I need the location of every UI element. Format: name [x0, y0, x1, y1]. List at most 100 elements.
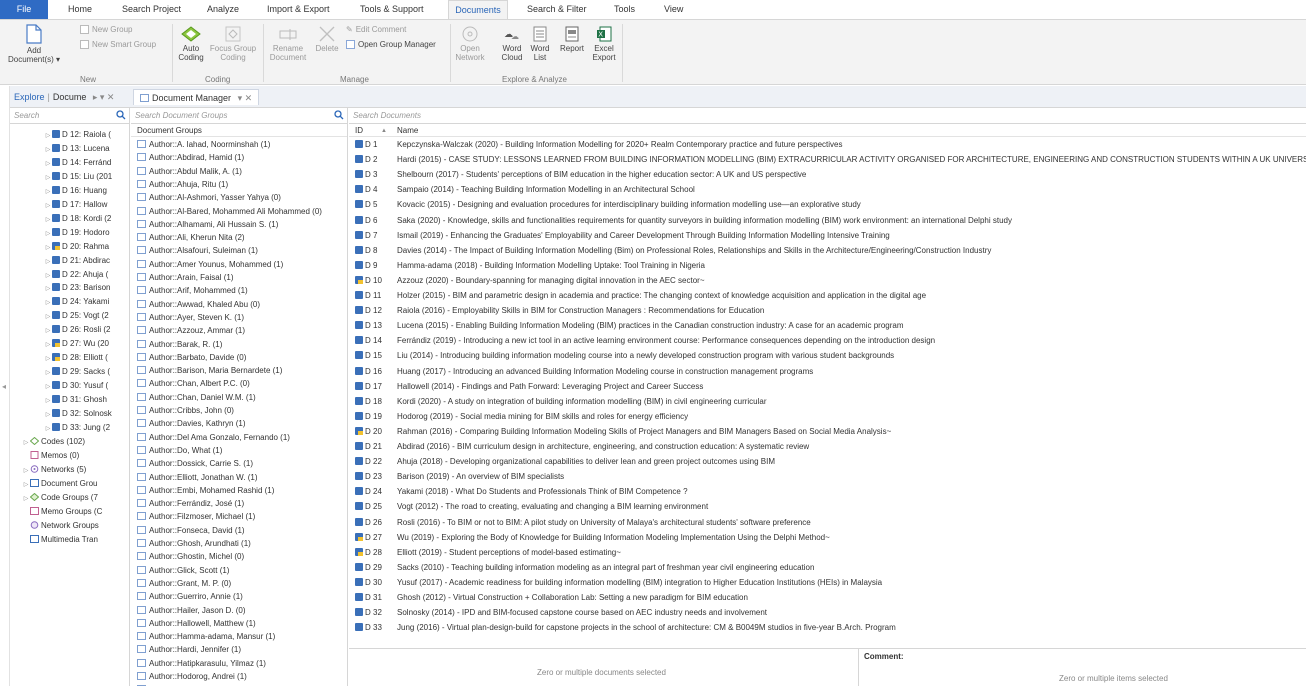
document-group-item[interactable]: Author::Arain, Faisal (1)	[137, 272, 233, 284]
name-column-header[interactable]: Name	[397, 125, 418, 137]
tab-tools-support[interactable]: Tools & Support	[360, 0, 424, 19]
expand-arrow-icon[interactable]: ▷	[44, 339, 52, 350]
document-group-item[interactable]: Author::Chan, Albert P.C. (0)	[137, 378, 250, 390]
explorer-tree-item[interactable]: ▷ D 21: Abdirac	[10, 254, 129, 267]
document-group-item[interactable]: Author::Ferrándiz, José (1)	[137, 498, 244, 510]
expand-arrow-icon[interactable]: ▷	[44, 297, 52, 308]
excel-export-button[interactable]: X Excel Export	[590, 26, 618, 62]
explorer-tree-item[interactable]: ▷ D 33: Jung (2	[10, 421, 129, 434]
table-row[interactable]: D 6 Saka (2020) - Knowledge, skills and f…	[349, 215, 1306, 227]
explorer-tree-item[interactable]: ▷ Document Grou	[10, 477, 129, 490]
tab-search-filter[interactable]: Search & Filter	[527, 0, 587, 19]
table-row[interactable]: D 27 Wu (2019) - Exploring the Body of Kn…	[349, 532, 1306, 544]
document-group-item[interactable]: Author::Grant, M. P. (0)	[137, 578, 231, 590]
tab-docume[interactable]: Docume	[53, 92, 87, 102]
document-group-item[interactable]: Author::Davies, Kathryn (1)	[137, 418, 245, 430]
documents-search[interactable]: Search Documents	[349, 108, 1306, 124]
explorer-tree-item[interactable]: ▷ D 17: Hallow	[10, 198, 129, 211]
tab-search-project[interactable]: Search Project	[122, 0, 181, 19]
expand-arrow-icon[interactable]: ▷	[44, 395, 52, 406]
sort-ascending-icon[interactable]: ▲	[381, 125, 387, 137]
document-group-item[interactable]: Author::Glick, Scott (1)	[137, 565, 229, 577]
expand-arrow-icon[interactable]: ▷	[44, 242, 52, 253]
explorer-tree-item[interactable]: ▷ D 20: Rahma	[10, 240, 129, 253]
document-group-item[interactable]: Author::Hamma-adama, Mansur (1)	[137, 631, 275, 643]
document-group-item[interactable]: Author::Awwad, Khaled Abu (0)	[137, 299, 260, 311]
table-row[interactable]: D 23 Barison (2019) - An overview of BIM …	[349, 471, 1306, 483]
expand-arrow-icon[interactable]: ▷	[22, 465, 30, 476]
document-group-item[interactable]: Author::Hallowell, Matthew (1)	[137, 618, 256, 630]
document-group-item[interactable]: Author::Al-Bared, Mohammed Ali Mohammed …	[137, 206, 322, 218]
explorer-tree-item[interactable]: ▷ D 23: Barison	[10, 281, 129, 294]
table-row[interactable]: D 2 Hardi (2015) - CASE STUDY: LESSONS LE…	[349, 154, 1306, 166]
explorer-tree-item[interactable]: ▷ D 25: Vogt (2	[10, 309, 129, 322]
explorer-tree-item[interactable]: ▷ D 15: Liu (201	[10, 170, 129, 183]
expand-arrow-icon[interactable]: ▷	[44, 172, 52, 183]
explorer-tree-item[interactable]: Memo Groups (C	[10, 505, 129, 518]
document-group-item[interactable]: Author::Ali, Kherun Nita (2)	[137, 232, 245, 244]
document-group-item[interactable]: Author::Hatipkarasulu, Yilmaz (1)	[137, 658, 266, 670]
add-documents-button[interactable]: Add Document(s) ▾	[4, 24, 64, 64]
table-row[interactable]: D 21 Abdirad (2016) - BIM curriculum desi…	[349, 441, 1306, 453]
expand-arrow-icon[interactable]: ▷	[44, 158, 52, 169]
document-group-item[interactable]: Author::Ahuja, Ritu (1)	[137, 179, 228, 191]
document-group-item[interactable]: Author::Abdul Malik, A. (1)	[137, 166, 242, 178]
document-group-item[interactable]: Author::Do, What (1)	[137, 445, 222, 457]
table-row[interactable]: D 28 Elliott (2019) - Student perceptions…	[349, 547, 1306, 559]
document-group-item[interactable]: Author::A. lahad, Noorminshah (1)	[137, 139, 270, 151]
explorer-tree-item[interactable]: ▷ D 27: Wu (20	[10, 337, 129, 350]
expand-arrow-icon[interactable]: ▷	[44, 325, 52, 336]
expand-arrow-icon[interactable]: ▷	[22, 437, 30, 448]
expand-arrow-icon[interactable]: ▷	[44, 228, 52, 239]
word-cloud-button[interactable]: ☁ ☁ Word Cloud	[498, 26, 526, 62]
table-row[interactable]: D 7 Ismail (2019) - Enhancing the Graduat…	[349, 230, 1306, 242]
table-row[interactable]: D 18 Kordi (2020) - A study on integratio…	[349, 396, 1306, 408]
document-group-item[interactable]: Author::Barbato, Davide (0)	[137, 352, 246, 364]
expand-arrow-icon[interactable]: ▷	[44, 130, 52, 141]
table-row[interactable]: D 30 Yusuf (2017) - Academic readiness fo…	[349, 577, 1306, 589]
new-smart-group-button[interactable]: New Smart Group	[80, 40, 156, 49]
open-network-button[interactable]: Open Network	[454, 26, 486, 62]
document-group-item[interactable]: Author::Alhamami, Ali Hussain S. (1)	[137, 219, 278, 231]
table-row[interactable]: D 4 Sampaio (2014) - Teaching Building In…	[349, 184, 1306, 196]
collapse-gutter[interactable]: ◂	[0, 86, 10, 686]
document-group-item[interactable]: Author::Al-Ashmori, Yasser Yahya (0)	[137, 192, 281, 204]
document-group-item[interactable]: Author::Hailer, Jason D. (0)	[137, 605, 245, 617]
tab-documents[interactable]: Documents	[448, 0, 508, 19]
delete-button[interactable]: Delete	[312, 26, 342, 53]
document-group-item[interactable]: Author::Abdirad, Hamid (1)	[137, 152, 244, 164]
explorer-tree-item[interactable]: Memos (0)	[10, 449, 129, 462]
explorer-tree-item[interactable]: ▷ D 29: Sacks (	[10, 365, 129, 378]
new-group-button[interactable]: New Group	[80, 25, 132, 34]
expand-arrow-icon[interactable]: ▷	[44, 270, 52, 281]
document-group-item[interactable]: Author::Hodorog, Andrei (1)	[137, 671, 247, 683]
tab-explore[interactable]: Explore	[14, 92, 45, 102]
tab-controls[interactable]: ▸ ▾ ✕	[93, 92, 115, 102]
table-row[interactable]: D 31 Ghosh (2012) - Virtual Construction …	[349, 592, 1306, 604]
explorer-tree-item[interactable]: ▷ D 31: Ghosh	[10, 393, 129, 406]
explorer-tree-item[interactable]: Multimedia Tran	[10, 533, 129, 546]
expand-arrow-icon[interactable]: ▷	[44, 409, 52, 420]
explorer-tree-item[interactable]: ▷ D 19: Hodoro	[10, 226, 129, 239]
tab-view[interactable]: View	[664, 0, 683, 19]
explorer-search[interactable]: Search	[10, 108, 129, 124]
explorer-tree-item[interactable]: ▷ Networks (5)	[10, 463, 129, 476]
document-group-item[interactable]: Author::Elliott, Jonathan W. (1)	[137, 472, 258, 484]
table-row[interactable]: D 32 Solnosky (2014) - IPD and BIM-focuse…	[349, 607, 1306, 619]
document-group-item[interactable]: Author::Cribbs, John (0)	[137, 405, 234, 417]
document-group-item[interactable]: Author::Del Ama Gonzalo, Fernando (1)	[137, 432, 290, 444]
table-row[interactable]: D 33 Jung (2016) - Virtual plan-design-bu…	[349, 622, 1306, 634]
document-group-item[interactable]: Author::Arif, Mohammed (1)	[137, 285, 248, 297]
table-row[interactable]: D 5 Kovacic (2015) - Designing and evalua…	[349, 199, 1306, 211]
expand-arrow-icon[interactable]: ▷	[22, 493, 30, 504]
table-row[interactable]: D 16 Huang (2017) - Introducing an advanc…	[349, 366, 1306, 378]
word-list-button[interactable]: Word List	[528, 26, 552, 62]
table-row[interactable]: D 13 Lucena (2015) - Enabling Building In…	[349, 320, 1306, 332]
expand-arrow-icon[interactable]: ▷	[44, 381, 52, 392]
table-row[interactable]: D 8 Davies (2014) - The Impact of Buildin…	[349, 245, 1306, 257]
expand-arrow-icon[interactable]: ▷	[44, 353, 52, 364]
document-manager-controls[interactable]: ▾ ✕	[238, 93, 253, 103]
expand-arrow-icon[interactable]: ▷	[44, 214, 52, 225]
groups-column-header[interactable]: Document Groups	[131, 125, 347, 137]
tab-file[interactable]: File	[0, 0, 48, 19]
